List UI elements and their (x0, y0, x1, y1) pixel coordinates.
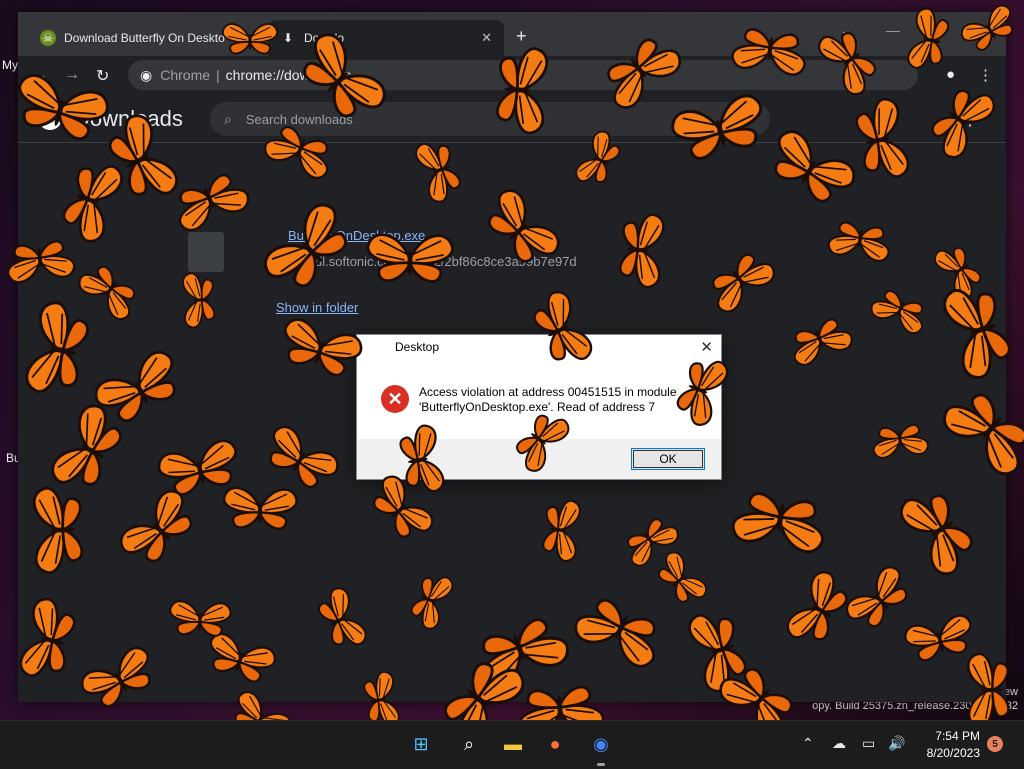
taskbar: ⊞ ⌕ ▬ ● ◉ ⌃ ☁ ▭ 🔊 7:54 PM 8/20/2023 (0, 720, 1024, 769)
error-message-line: Access violation at address 00451515 in … (419, 385, 677, 399)
start-icon[interactable]: ⊞ (408, 731, 434, 757)
volume-icon[interactable]: 🔊 (888, 735, 905, 752)
active-app-indicator (597, 763, 605, 766)
tab-butterfly-download[interactable]: ☠ Download Butterfly On Deskto (28, 20, 260, 56)
error-icon: ✕ (381, 385, 409, 413)
close-icon[interactable]: ✕ (700, 338, 713, 356)
file-icon (188, 232, 224, 272)
tab-label: Download Butterfly On Deskto (64, 31, 225, 45)
chevron-up-icon[interactable]: ⌃ (802, 735, 814, 752)
chrome-logo-icon (38, 106, 62, 130)
tab-strip: ☠ Download Butterfly On Deskto ⬇ Downlo … (18, 12, 1006, 56)
error-message: Access violation at address 00451515 in … (419, 385, 709, 415)
close-window-button[interactable]: ✕ (978, 22, 990, 39)
page-title: Downloads (74, 106, 183, 131)
clock-date[interactable]: 8/20/2023 (916, 746, 980, 760)
omnibox-separator: | (216, 67, 220, 83)
ok-button[interactable]: OK (631, 448, 705, 470)
clock-time[interactable]: 7:54 PM (924, 729, 980, 743)
reload-icon[interactable]: ↻ (96, 66, 109, 86)
firefox-icon[interactable]: ● (542, 731, 568, 757)
build-watermark-line: ew (1003, 686, 1018, 698)
downloads-header: Downloads ⌕ Search downloads ⋮ (18, 96, 1006, 143)
download-icon: ⬇ (282, 31, 294, 45)
download-filename-link[interactable]: ButterflyOnDesktop.exe (288, 228, 425, 243)
profile-icon[interactable]: ● (946, 66, 955, 83)
browser-toolbar: ← → ↻ ◉ Chrome | chrome://downloads ● ⋮ (18, 56, 1006, 96)
back-icon[interactable]: ← (32, 66, 48, 84)
close-tab-icon[interactable]: ✕ (481, 30, 492, 46)
error-dialog: Desktop ✕ ✕ Access violation at address … (356, 334, 722, 480)
onedrive-icon[interactable]: ☁ (832, 735, 846, 752)
search-icon: ⌕ (224, 110, 232, 127)
chrome-icon[interactable]: ◉ (588, 731, 614, 757)
search-icon[interactable]: ⌕ (456, 731, 482, 757)
show-in-folder-link[interactable]: Show in folder (276, 300, 358, 315)
dialog-titlebar[interactable]: Desktop ✕ (357, 335, 721, 361)
tab-search-icon[interactable]: ⌄ (840, 22, 852, 39)
download-url[interactable]: https://dl.softonic.com/soft32/2bf86c8ce… (276, 254, 577, 269)
forward-icon[interactable]: → (64, 66, 80, 84)
omnibox-url: chrome://downloads (225, 67, 351, 83)
dialog-title: Desktop (395, 340, 440, 354)
menu-icon[interactable]: ⋮ (978, 66, 993, 84)
tab-downloads[interactable]: ⬇ Downlo ✕ (268, 20, 504, 56)
tab-label: Downlo (304, 31, 345, 45)
file-explorer-icon[interactable]: ▬ (500, 731, 526, 757)
minimize-button[interactable]: — (886, 22, 900, 38)
search-downloads-input[interactable]: ⌕ Search downloads (210, 102, 770, 136)
search-placeholder: Search downloads (245, 111, 353, 127)
new-tab-button[interactable]: + (516, 26, 527, 47)
error-message-line: 'ButterflyOnDesktop.exe'. Read of addres… (419, 400, 656, 414)
pirate-favicon-icon: ☠ (40, 30, 56, 46)
address-bar[interactable]: ◉ Chrome | chrome://downloads (128, 60, 918, 90)
download-item: ButterflyOnDesktop.exe https://dl.softon… (188, 212, 778, 337)
dialog-body: ✕ Access violation at address 00451515 i… (357, 361, 721, 439)
chrome-logo-icon: ◉ (140, 66, 153, 83)
more-actions-icon[interactable]: ⋮ (962, 110, 978, 130)
network-icon[interactable]: ▭ (862, 735, 875, 752)
desktop-icon-label[interactable]: My (2, 58, 18, 72)
omnibox-chip: Chrome (160, 67, 211, 83)
notification-badge[interactable]: 5 (987, 736, 1003, 752)
maximize-button[interactable]: ☐ (932, 22, 945, 39)
